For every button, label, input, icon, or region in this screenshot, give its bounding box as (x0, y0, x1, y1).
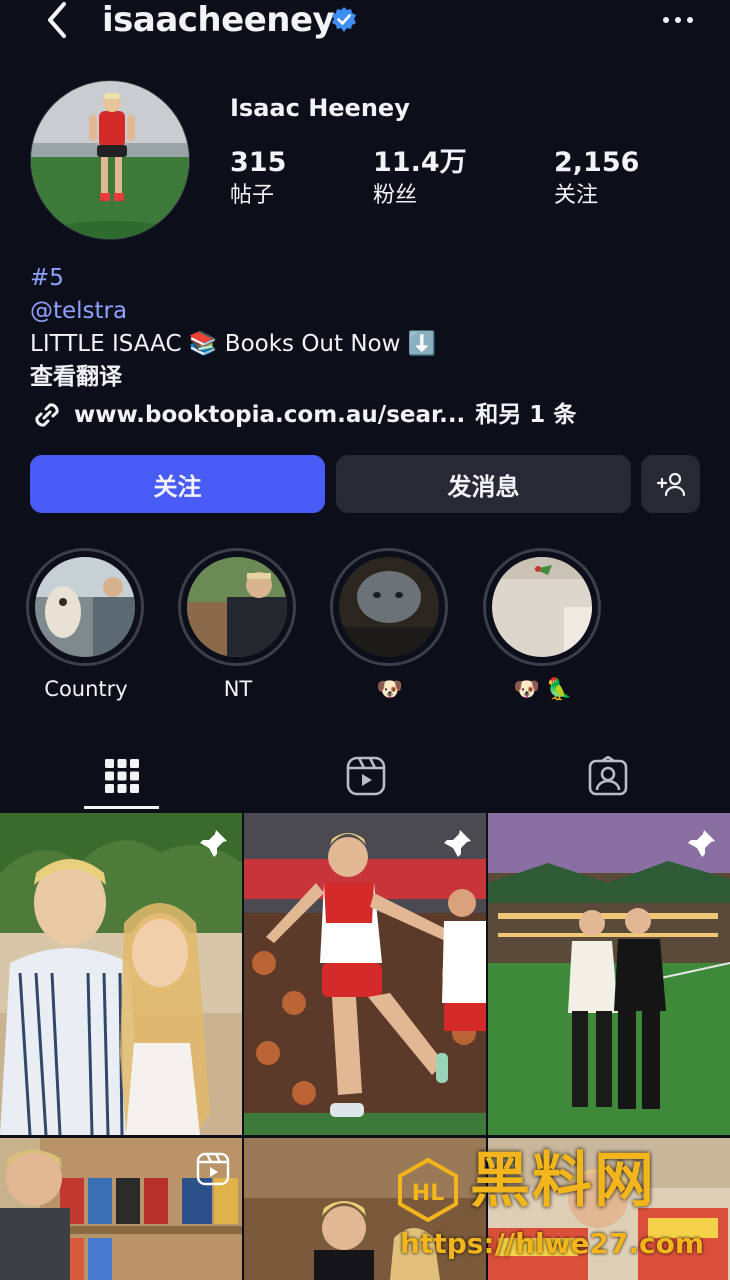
highlight-label: 🐶 (376, 677, 404, 701)
stat-following-label: 关注 (554, 183, 599, 208)
add-person-icon (656, 472, 685, 497)
stat-posts[interactable]: 315 帖子 (230, 146, 286, 212)
bio-text: LITTLE ISAAC 📚 Books Out Now ⬇️ (30, 328, 710, 361)
message-button[interactable]: 发消息 (336, 455, 631, 513)
tab-tagged[interactable] (570, 740, 645, 812)
bio-external-link[interactable]: www.booktopia.com.au/sear... 和另 1 条 (30, 398, 710, 432)
highlight-ring (26, 548, 144, 666)
highlight-cover (492, 557, 592, 657)
highlight-cover (187, 557, 287, 657)
link-icon (35, 403, 59, 427)
post-tile[interactable] (0, 813, 242, 1135)
verified-badge-icon (330, 6, 358, 34)
tagged-icon (588, 756, 627, 796)
bio-link-url: www.booktopia.com.au/sear... (74, 401, 466, 428)
profile-bio: #5 @telstra LITTLE ISAAC 📚 Books Out Now… (30, 262, 710, 432)
highlight-country[interactable]: Country (26, 548, 146, 704)
profile-avatar[interactable] (30, 80, 190, 240)
bio-text-part2: Books Out Now (224, 331, 401, 357)
pinned-icon (444, 830, 471, 857)
post-tile[interactable] (488, 813, 730, 1135)
suggested-accounts-button[interactable] (641, 455, 700, 513)
follow-button[interactable]: 关注 (30, 455, 325, 513)
stat-followers-label: 粉丝 (373, 183, 418, 208)
pinned-icon (688, 830, 715, 857)
reel-indicator-icon (196, 1152, 230, 1186)
svg-text:HL: HL (412, 1181, 444, 1206)
grid-icon (104, 759, 139, 793)
stat-followers[interactable]: 11.4万 粉丝 (373, 146, 467, 212)
bio-mention[interactable]: @telstra (30, 295, 710, 328)
bio-link-more: 和另 1 条 (475, 401, 577, 428)
highlight-cover (339, 557, 439, 657)
profile-tabs (0, 740, 730, 812)
highlight-cover (35, 557, 135, 657)
down-arrow-emoji-icon: ⬇️ (407, 331, 437, 357)
stat-posts-value: 315 (230, 147, 287, 178)
post-tile[interactable] (244, 813, 486, 1135)
more-options-button[interactable] (660, 8, 696, 32)
bio-text-part1: LITTLE ISAAC (30, 331, 182, 357)
more-horizontal-icon (663, 17, 693, 23)
stat-following[interactable]: 2,156 关注 (554, 146, 639, 212)
back-button[interactable] (40, 0, 76, 40)
highlight-ring (483, 548, 601, 666)
watermark-url: https://hlwe27.com (400, 1227, 705, 1260)
reels-icon (346, 756, 385, 796)
chevron-left-icon (48, 2, 66, 38)
stat-posts-label: 帖子 (230, 183, 275, 208)
highlight-label: NT (223, 677, 253, 701)
highlight-ring (330, 548, 448, 666)
stat-following-value: 2,156 (554, 147, 640, 178)
top-bar: isaacheeney (0, 0, 730, 50)
highlight-dog-parrot[interactable]: 🐶 🦜 (483, 548, 603, 704)
books-emoji-icon: 📚 (188, 331, 218, 357)
highlight-dog[interactable]: 🐶 (330, 548, 450, 704)
bio-hashtag[interactable]: #5 (30, 262, 710, 295)
watermark-text: 黑料网 (470, 1146, 656, 1216)
highlight-ring (178, 548, 296, 666)
profile-full-name: Isaac Heeney (230, 94, 410, 122)
pinned-icon (200, 830, 227, 857)
tab-grid[interactable] (84, 740, 159, 812)
active-tab-indicator (84, 806, 159, 809)
highlight-nt[interactable]: NT (178, 548, 298, 704)
highlight-label: Country (44, 677, 128, 701)
profile-username: isaacheeney (102, 0, 335, 40)
post-tile[interactable] (0, 1138, 242, 1280)
see-translation-link[interactable]: 查看翻译 (30, 361, 710, 394)
tab-reels[interactable] (328, 740, 403, 812)
watermark-logo: HL (396, 1157, 460, 1223)
highlight-label: 🐶 🦜 (513, 677, 573, 701)
stat-followers-value: 11.4万 (373, 147, 467, 178)
